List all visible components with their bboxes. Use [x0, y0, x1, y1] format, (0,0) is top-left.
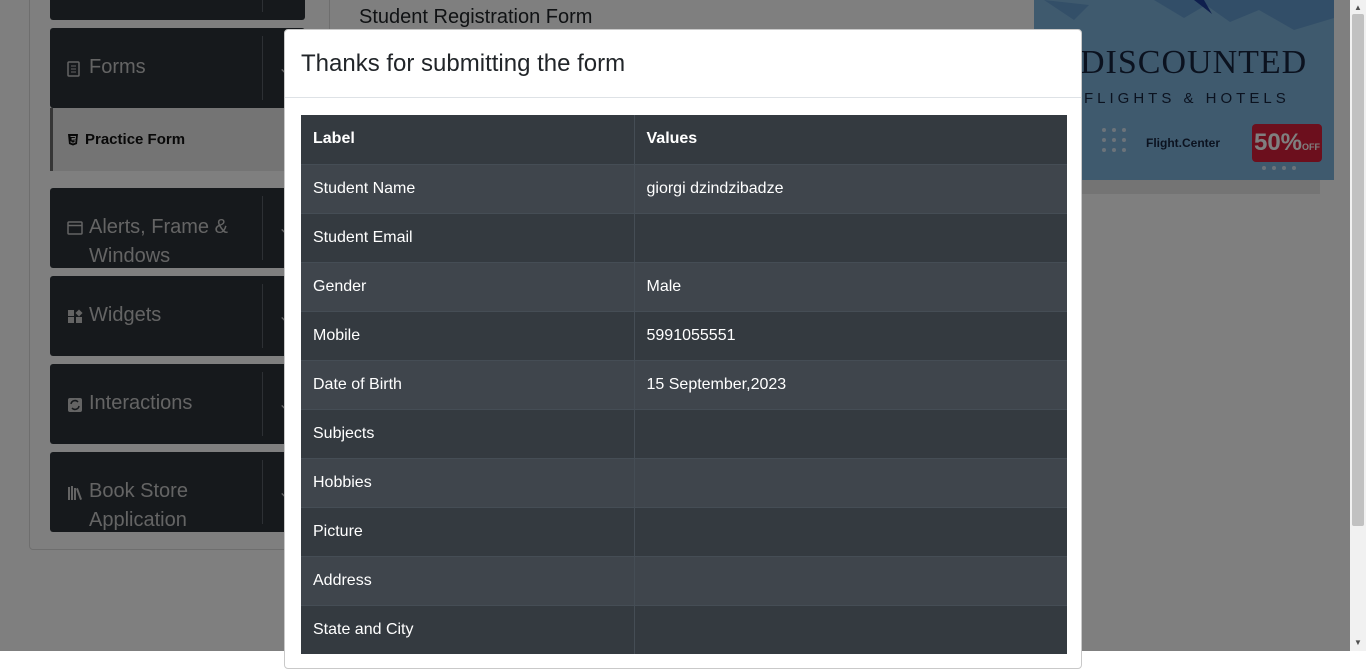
table-row: Student Name giorgi dzindzibadze: [301, 163, 1067, 213]
scrollbar-thumb[interactable]: [1352, 14, 1364, 526]
scroll-down-arrow-icon[interactable]: ▼: [1354, 638, 1362, 647]
row-label: Student Name: [301, 163, 635, 213]
row-value: [634, 457, 1067, 507]
vertical-scrollbar[interactable]: ▲ ▼: [1350, 0, 1366, 651]
row-label: State and City: [301, 604, 635, 654]
modal-header: Thanks for submitting the form: [285, 30, 1081, 98]
table-row: Date of Birth 15 September,2023: [301, 359, 1067, 409]
table-row: Subjects: [301, 408, 1067, 458]
row-label: Address: [301, 555, 635, 605]
row-label: Gender: [301, 261, 635, 311]
submission-modal: Thanks for submitting the form Label Val…: [284, 29, 1082, 669]
column-header-values: Values: [634, 115, 1067, 164]
table-row: Mobile 5991055551: [301, 310, 1067, 360]
row-label: Date of Birth: [301, 359, 635, 409]
row-value: Male: [634, 261, 1067, 311]
row-value: [634, 604, 1067, 654]
table-row: Student Email: [301, 212, 1067, 262]
row-label: Mobile: [301, 310, 635, 360]
row-label: Student Email: [301, 212, 635, 262]
table-row: Address: [301, 555, 1067, 605]
scroll-up-arrow-icon[interactable]: ▲: [1354, 3, 1362, 12]
row-label: Subjects: [301, 408, 635, 458]
row-value: 15 September,2023: [634, 359, 1067, 409]
row-value: giorgi dzindzibadze: [634, 163, 1067, 213]
row-label: Hobbies: [301, 457, 635, 507]
table-row: Gender Male: [301, 261, 1067, 311]
modal-title: Thanks for submitting the form: [301, 50, 626, 77]
table-header-row: Label Values: [301, 115, 1067, 164]
row-value: [634, 555, 1067, 605]
row-value: [634, 408, 1067, 458]
table-row: State and City: [301, 604, 1067, 654]
row-value: [634, 506, 1067, 556]
row-value: [634, 212, 1067, 262]
row-value: 5991055551: [634, 310, 1067, 360]
column-header-label: Label: [301, 115, 635, 164]
row-label: Picture: [301, 506, 635, 556]
table-row: Picture: [301, 506, 1067, 556]
submission-table: Label Values Student Name giorgi dzindzib…: [301, 115, 1067, 654]
table-row: Hobbies: [301, 457, 1067, 507]
